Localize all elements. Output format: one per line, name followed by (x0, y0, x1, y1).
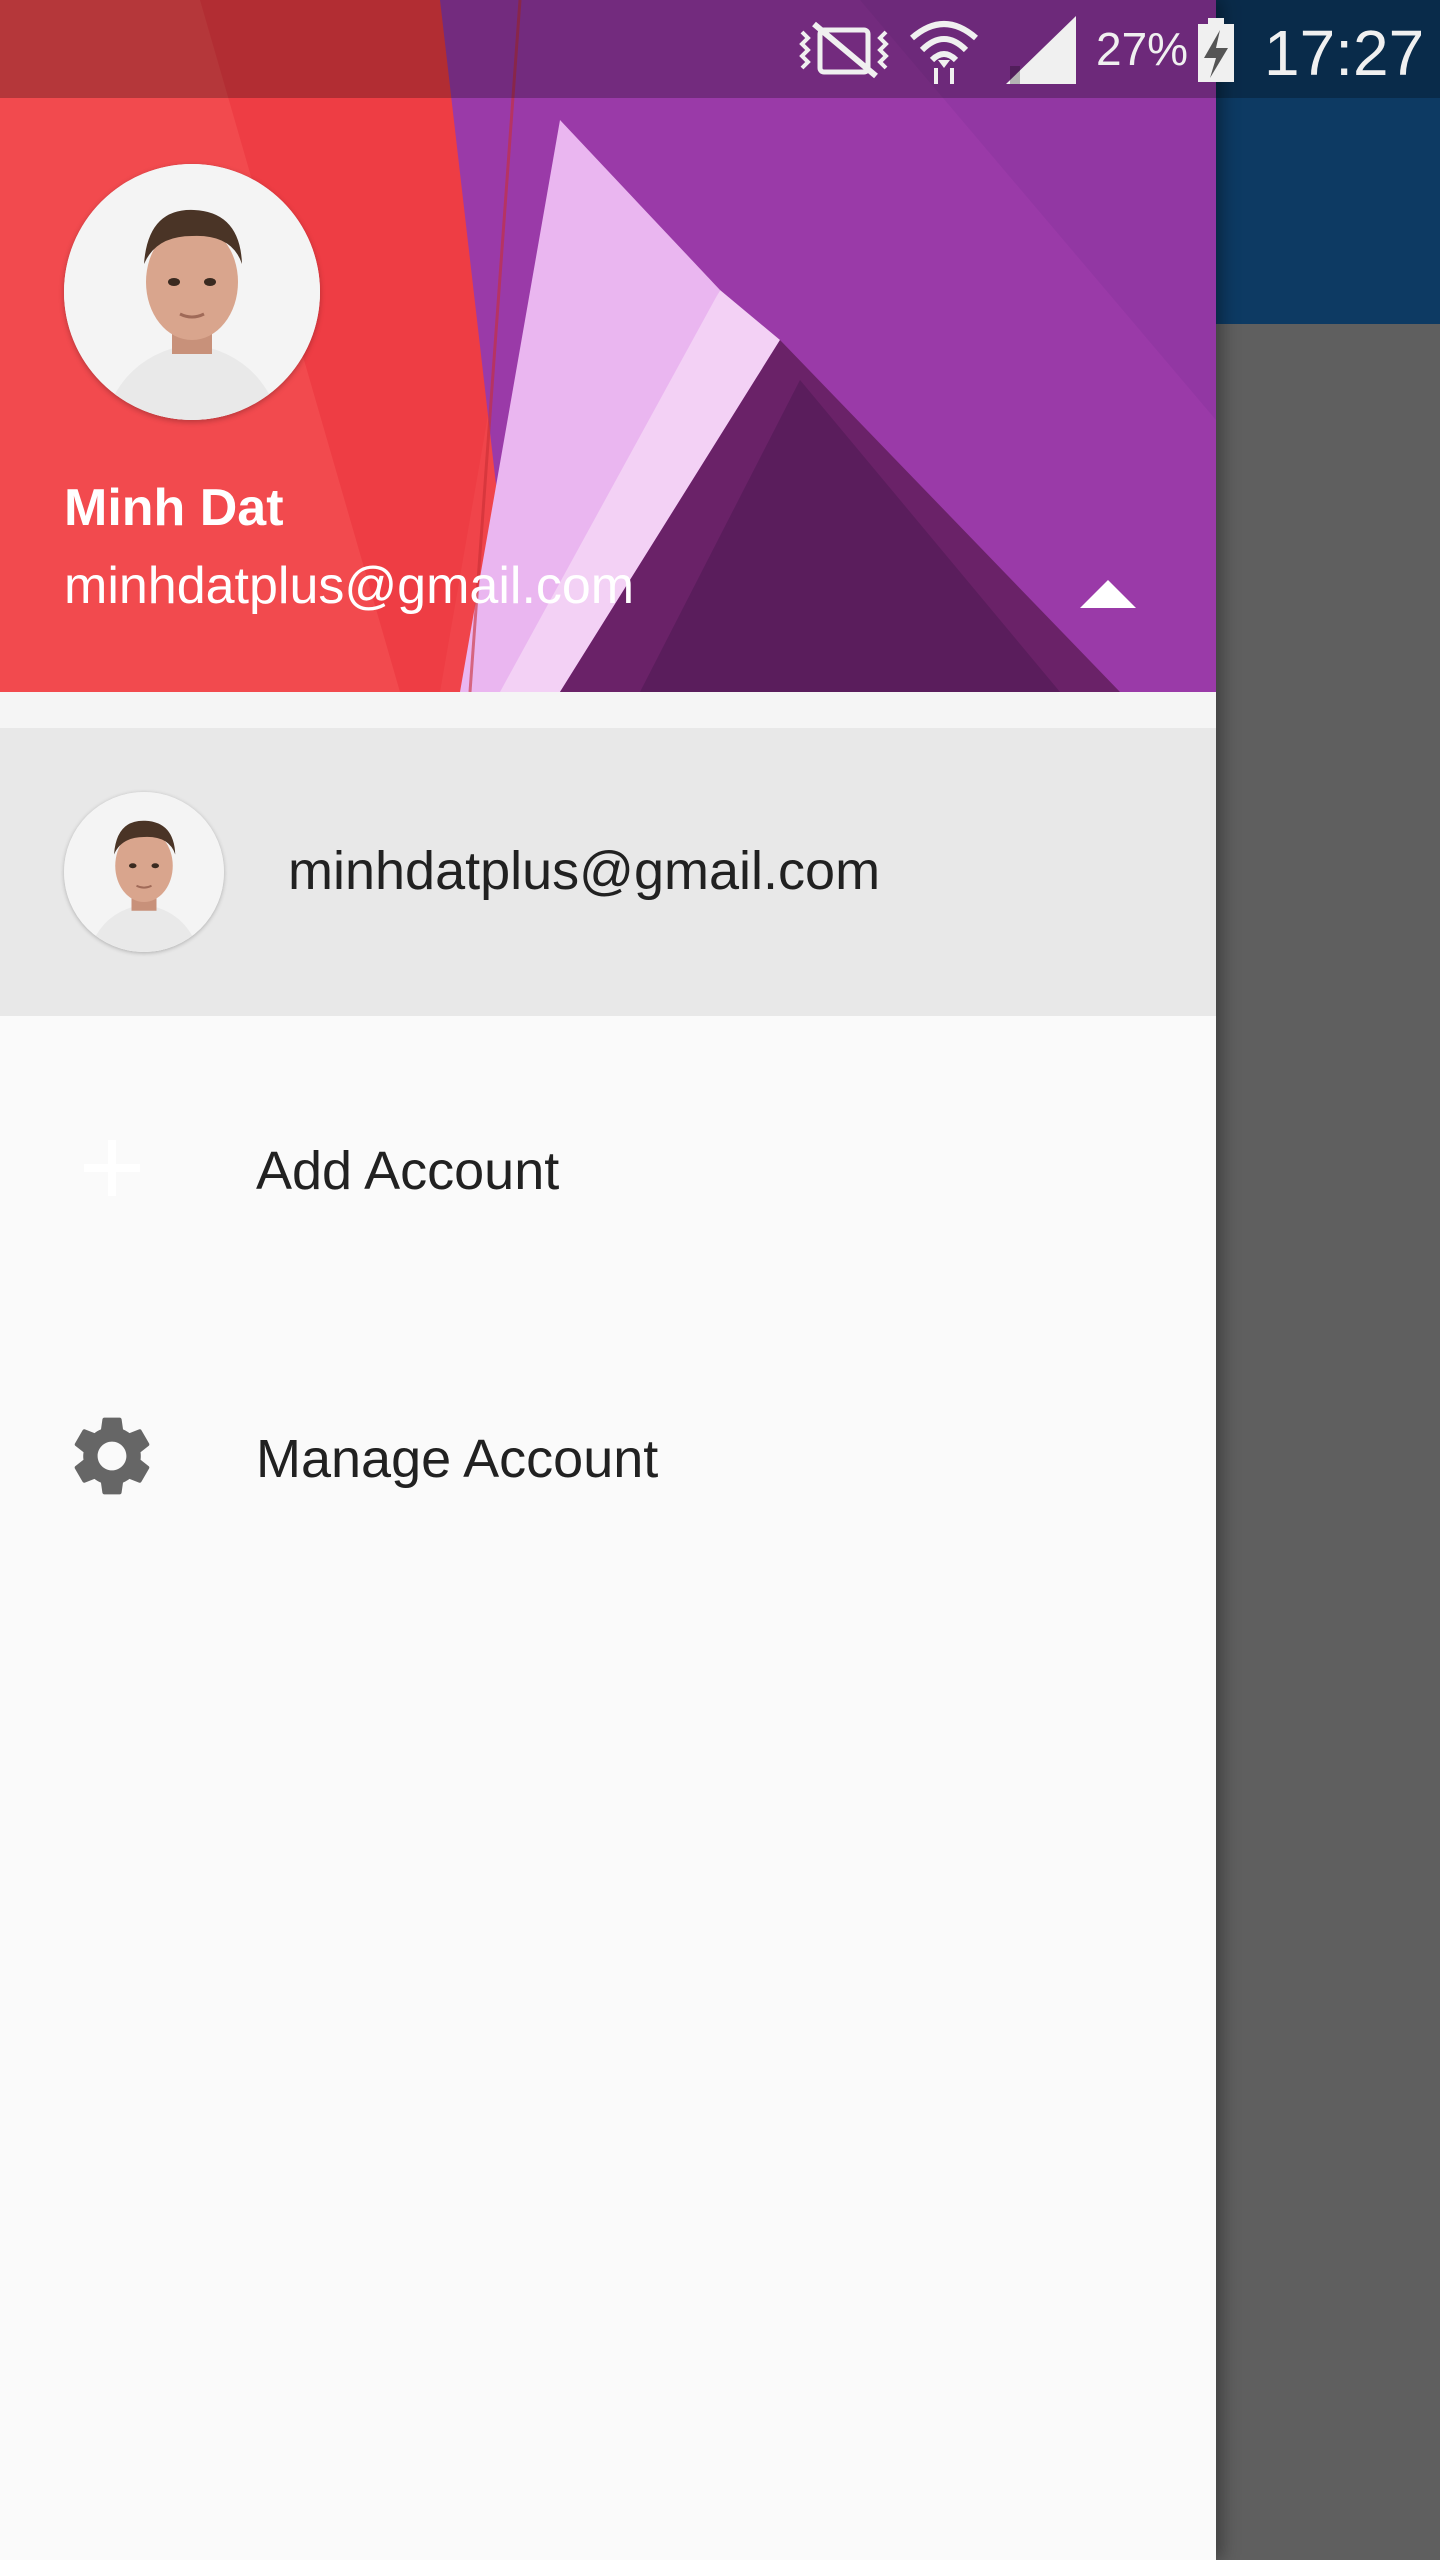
account-email: minhdatplus@gmail.com (288, 841, 881, 901)
drawer-header: Minh Dat minhdatplus@gmail.com (0, 0, 1216, 692)
user-email: minhdatplus@gmail.com (64, 557, 635, 615)
account-avatar (64, 792, 224, 952)
person-avatar-icon (64, 164, 320, 420)
user-name: Minh Dat (64, 479, 284, 537)
account-list-item[interactable]: minhdatplus@gmail.com (0, 728, 1216, 1016)
profile-avatar[interactable] (64, 164, 320, 420)
navigation-drawer: Minh Dat minhdatplus@gmail.com minhdatpl… (0, 0, 1216, 2560)
battery-charging-icon (1198, 18, 1234, 82)
manage-account-button[interactable]: Manage Account (0, 1304, 1216, 1592)
arrow-up-icon[interactable] (1080, 578, 1136, 608)
manage-account-label: Manage Account (256, 1429, 659, 1489)
status-bar: 27% 17:27 (0, 0, 1440, 98)
status-clock: 17:27 (1264, 17, 1425, 89)
vibrate-icon (799, 21, 889, 79)
signal-icon (1006, 16, 1076, 84)
battery-percentage: 27% (1096, 23, 1189, 75)
header-divider (0, 692, 1216, 728)
person-avatar-icon (64, 792, 224, 952)
gear-icon (74, 1417, 150, 1495)
add-account-button[interactable]: Add Account (0, 1016, 1216, 1304)
plus-icon (84, 1140, 140, 1196)
wifi-icon (910, 21, 978, 84)
add-account-label: Add Account (256, 1141, 560, 1201)
